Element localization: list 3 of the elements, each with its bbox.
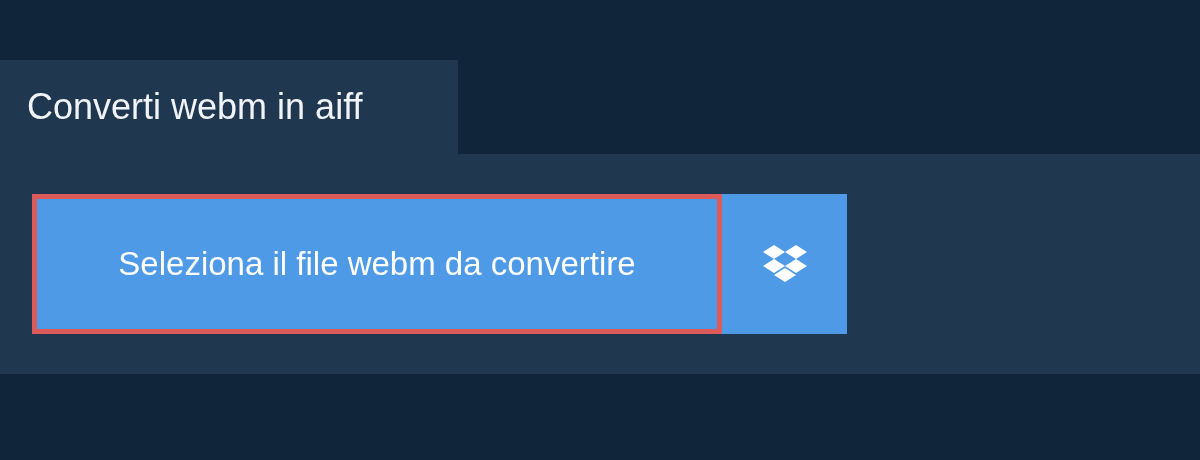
dropbox-icon	[762, 245, 807, 283]
tab[interactable]: Converti webm in aiff	[0, 60, 458, 154]
dropbox-button[interactable]	[722, 194, 847, 334]
